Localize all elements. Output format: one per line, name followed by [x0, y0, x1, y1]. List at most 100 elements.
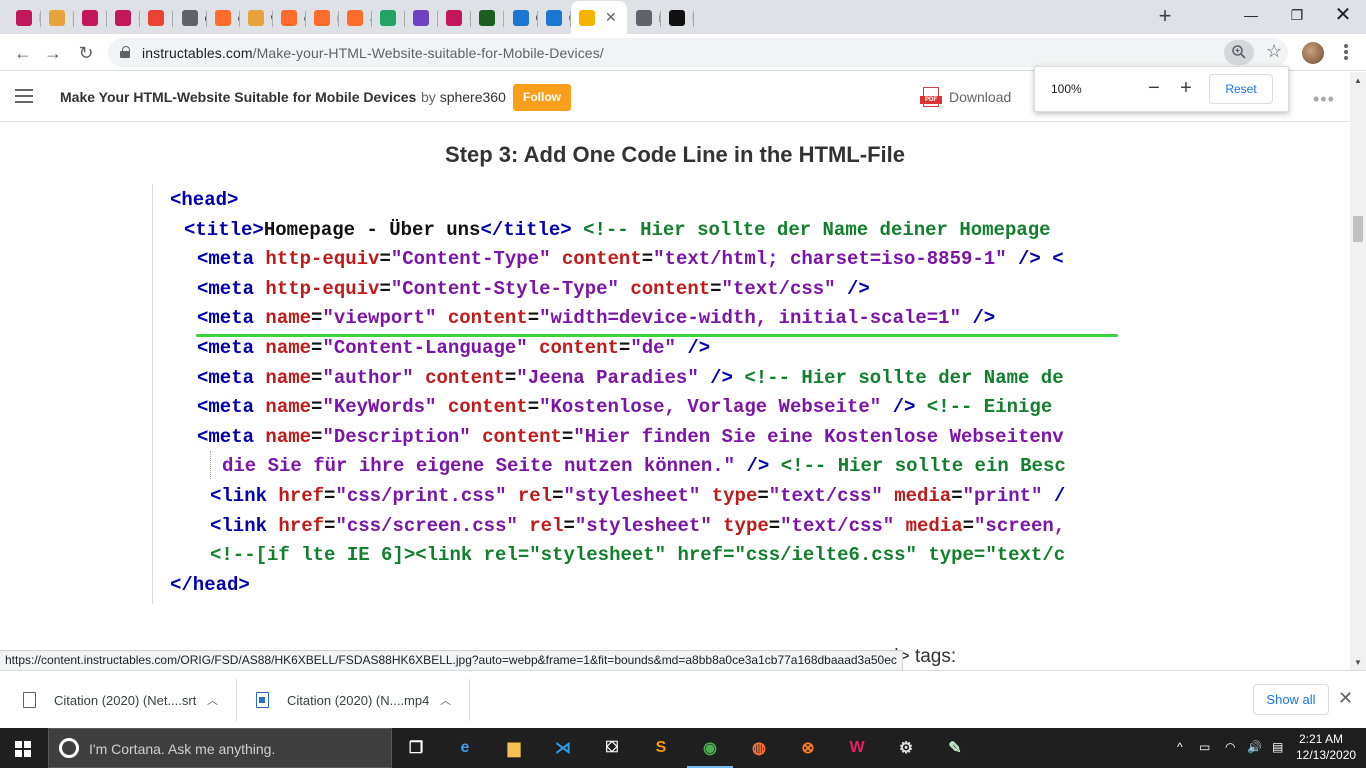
download-shelf: Citation (2020) (Net....srt ︿ Citation (…: [0, 670, 1366, 728]
xampp-icon[interactable]: ⊗: [793, 733, 823, 763]
maximize-button[interactable]: ❐: [1274, 0, 1320, 32]
browser-tab[interactable]: cPa: [273, 4, 306, 32]
browser-tab[interactable]: ind: [628, 4, 661, 32]
windows-start-icon[interactable]: [15, 741, 31, 757]
url-text[interactable]: instructables.com/Make-your-HTML-Website…: [142, 45, 604, 61]
instructables-robot-icon: [578, 9, 595, 26]
volume-icon[interactable]: 🔊: [1247, 740, 1262, 754]
zoom-out-button[interactable]: −: [1143, 77, 1165, 99]
s-logo-icon: [545, 10, 562, 26]
browser-tab[interactable]: Cit: [538, 4, 571, 32]
show-all-downloads-button[interactable]: Show all: [1253, 684, 1329, 715]
globe-icon: [181, 10, 198, 26]
browser-tab[interactable]: cPa: [207, 4, 240, 32]
zoom-icon[interactable]: [1224, 40, 1254, 65]
cpanel-icon: [280, 10, 297, 26]
paint-icon[interactable]: ✎: [940, 733, 970, 763]
browser-tab[interactable]: ✕: [570, 1, 627, 34]
browser-tab[interactable]: loc: [8, 4, 41, 32]
browser-tab[interactable]: my: [306, 4, 339, 32]
store-icon[interactable]: ⛋: [597, 733, 627, 763]
wamp-icon: [446, 10, 463, 26]
scrollbar-thumb[interactable]: [1353, 216, 1363, 242]
more-options-icon[interactable]: •••: [1313, 90, 1335, 108]
code-line: <meta name="author" content="Jeena Parad…: [197, 366, 1064, 389]
browser-tab[interactable]: (2): [471, 4, 505, 32]
close-icon[interactable]: ✕: [1338, 688, 1353, 709]
browser-tab[interactable]: Ho: [140, 4, 174, 32]
indent-guide: [210, 451, 211, 479]
chrome-icon[interactable]: ◉: [687, 733, 733, 768]
project-title[interactable]: Make Your HTML-Website Suitable for Mobi…: [60, 89, 416, 105]
wifi-icon[interactable]: ◠: [1225, 740, 1235, 754]
code-line: <meta name="Description" content="Hier f…: [197, 425, 1064, 448]
bookmark-star-icon[interactable]: ☆: [1266, 41, 1282, 62]
task-view-icon[interactable]: ❐: [401, 733, 431, 763]
chevron-up-icon[interactable]: ^: [1177, 740, 1183, 754]
page-scrollbar[interactable]: ▲ ▼: [1350, 72, 1366, 670]
browser-tab[interactable]: (68: [372, 4, 406, 32]
show-desktop-button[interactable]: [1346, 728, 1366, 768]
hamburger-menu-icon[interactable]: [15, 89, 33, 107]
phpmyadmin-icon: [49, 10, 66, 26]
windows-taskbar: I'm Cortana. Ask me anything. ❐ e ▆ ⋊ ⛋ S ◉ ◍ ⊗ W…: [0, 728, 1366, 768]
follow-button[interactable]: Follow: [513, 84, 571, 111]
lock-icon: [120, 46, 130, 58]
chrome-menu-icon[interactable]: [1338, 42, 1354, 64]
new-tab-button[interactable]: +: [1153, 5, 1177, 29]
file-explorer-icon[interactable]: ▆: [499, 733, 529, 763]
edge-icon[interactable]: e: [450, 733, 480, 763]
vscode-icon[interactable]: ⋊: [548, 733, 578, 763]
download-link[interactable]: Download: [949, 89, 1011, 105]
download-filename: Citation (2020) (N....mp4: [287, 692, 430, 708]
download-filename: Citation (2020) (Net....srt: [54, 692, 197, 708]
browser-tab[interactable]: Das: [405, 4, 439, 32]
reload-button[interactable]: ↻: [73, 40, 99, 66]
author-link[interactable]: sphere360: [440, 89, 506, 105]
settings-gear-icon[interactable]: ⚙: [891, 733, 921, 763]
back-button[interactable]: ←: [10, 40, 36, 66]
cpanel-icon: [214, 10, 231, 26]
battery-icon[interactable]: ▭: [1199, 740, 1210, 754]
code-line: </head>: [170, 573, 250, 596]
browser-tab[interactable]: Cit: [505, 4, 538, 32]
firefox-icon[interactable]: ◍: [744, 733, 774, 763]
code-line: <meta name="viewport" content="width=dev…: [197, 307, 996, 330]
window-close-button[interactable]: ✕: [1320, 0, 1366, 32]
sublime-icon[interactable]: S: [646, 733, 676, 763]
code-line: <meta http-equiv="Content-Type" content=…: [197, 248, 1064, 271]
browser-tab[interactable]: wg: [240, 4, 273, 32]
code-line: <link href="css/print.css" rel="styleshe…: [210, 485, 1066, 507]
download-item[interactable]: Citation (2020) (Net....srt ︿: [23, 679, 218, 721]
browser-tab[interactable]: car: [438, 4, 472, 32]
scroll-down-arrow-icon[interactable]: ▼: [1354, 658, 1362, 667]
download-item[interactable]: Citation (2020) (N....mp4 ︿: [256, 679, 451, 721]
globe-icon: [635, 10, 652, 26]
tab-close-icon[interactable]: ✕: [605, 9, 617, 26]
zoom-level: 100%: [1051, 82, 1082, 96]
zoom-reset-button[interactable]: Reset: [1209, 74, 1273, 104]
profile-avatar[interactable]: [1302, 42, 1324, 64]
minimize-button[interactable]: —: [1228, 0, 1274, 32]
cortana-search-box[interactable]: I'm Cortana. Ask me anything.: [48, 728, 392, 768]
chevron-up-icon[interactable]: ︿: [440, 692, 451, 708]
cpanel-icon: [313, 10, 330, 26]
browser-tab[interactable]: adr: [339, 4, 372, 32]
address-bar[interactable]: instructables.com/Make-your-HTML-Website…: [108, 38, 1288, 67]
browser-tab[interactable]: loc: [74, 4, 108, 32]
scroll-up-arrow-icon[interactable]: ▲: [1354, 76, 1362, 85]
taskbar-clock[interactable]: 2:21 AM 12/13/2020: [1296, 731, 1356, 763]
wamp-icon[interactable]: W: [842, 733, 872, 763]
pdf-icon[interactable]: PDF: [920, 87, 942, 107]
forward-button[interactable]: →: [40, 40, 66, 66]
wamp-icon: [115, 10, 132, 26]
notification-icon[interactable]: ▤: [1272, 740, 1283, 754]
code-screenshot-image[interactable]: <head> <title>Homepage - Über uns</title>…: [152, 184, 1198, 604]
browser-tab[interactable]: Ho: [661, 4, 694, 32]
chevron-up-icon[interactable]: ︿: [207, 692, 218, 708]
code-line: <meta name="Content-Language" content="d…: [197, 337, 711, 359]
browser-tab[interactable]: loc: [41, 4, 75, 32]
browser-tab[interactable]: car: [174, 4, 207, 32]
zoom-in-button[interactable]: +: [1175, 77, 1197, 99]
browser-tab[interactable]: car: [107, 4, 141, 32]
